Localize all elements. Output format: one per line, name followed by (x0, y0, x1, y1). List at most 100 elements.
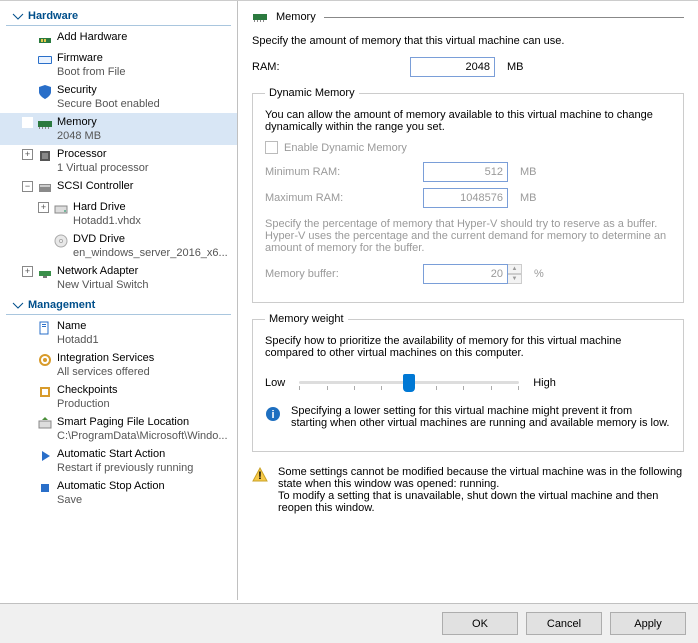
expand-icon[interactable]: + (38, 202, 49, 213)
sublabel: Save (57, 493, 165, 507)
item-autostop[interactable]: Automatic Stop ActionSave (0, 477, 237, 509)
dialog-footer: OK Cancel Apply (0, 603, 698, 643)
collapse-icon (12, 299, 24, 311)
memory-icon (37, 116, 53, 132)
label: Firmware (57, 51, 125, 65)
slider-thumb-icon[interactable] (403, 374, 415, 392)
ram-unit: MB (507, 61, 524, 73)
ok-button[interactable]: OK (442, 612, 518, 635)
cpu-icon (37, 148, 53, 164)
ram-input[interactable] (410, 57, 495, 77)
item-name[interactable]: NameHotadd1 (0, 317, 237, 349)
details-panel: Memory Specify the amount of memory that… (238, 1, 698, 600)
harddrive-icon (53, 201, 69, 217)
enable-dynamic-label: Enable Dynamic Memory (284, 142, 407, 154)
state-warning: ! Some settings cannot be modified becau… (252, 466, 684, 514)
item-network[interactable]: + Network AdapterNew Virtual Switch (0, 262, 237, 294)
item-harddrive[interactable]: + Hard DriveHotadd1.vhdx (0, 198, 237, 230)
expand-icon[interactable]: + (22, 266, 33, 277)
sublabel: en_windows_server_2016_x6... (73, 246, 228, 260)
collapse-icon[interactable]: − (22, 181, 33, 192)
add-hardware-icon (37, 31, 53, 47)
cancel-button[interactable]: Cancel (526, 612, 602, 635)
apply-button[interactable]: Apply (610, 612, 686, 635)
item-smartpaging[interactable]: Smart Paging File LocationC:\ProgramData… (0, 413, 237, 445)
enable-dynamic-checkbox: Enable Dynamic Memory (265, 141, 671, 154)
label: Automatic Stop Action (57, 479, 165, 493)
panel-intro: Specify the amount of memory that this v… (252, 35, 684, 47)
name-icon (37, 320, 53, 336)
spin-down-icon: ▼ (508, 274, 522, 284)
shield-icon (37, 84, 53, 100)
ram-label: RAM: (252, 61, 402, 73)
sublabel: Production (57, 397, 118, 411)
slider-low-label: Low (265, 377, 285, 389)
sublabel: Hotadd1.vhdx (73, 214, 141, 228)
section-management[interactable]: Management (6, 296, 231, 315)
label: Automatic Start Action (57, 447, 193, 461)
dvd-icon (53, 233, 69, 249)
sublabel: C:\ProgramData\Microsoft\Windo... (57, 429, 228, 443)
svg-text:!: ! (258, 470, 262, 482)
item-memory[interactable]: Memory2048 MB (0, 113, 237, 145)
sublabel: Boot from File (57, 65, 125, 79)
dynamic-memory-group: Dynamic Memory You can allow the amount … (252, 87, 684, 303)
label: Smart Paging File Location (57, 415, 228, 429)
item-autostart[interactable]: Automatic Start ActionRestart if previou… (0, 445, 237, 477)
panel-title-row: Memory (252, 9, 684, 25)
item-security[interactable]: SecuritySecure Boot enabled (0, 81, 237, 113)
panel-title: Memory (276, 11, 316, 23)
warning-icon: ! (252, 467, 268, 483)
memory-weight-slider[interactable] (299, 371, 519, 395)
network-icon (37, 265, 53, 281)
buffer-spinner: ▲▼ (423, 264, 522, 284)
ram-row: RAM: MB (252, 57, 684, 77)
item-dvddrive[interactable]: DVD Driveen_windows_server_2016_x6... (0, 230, 237, 262)
paging-icon (37, 416, 53, 432)
max-ram-input (423, 188, 508, 208)
buffer-desc: Specify the percentage of memory that Hy… (265, 218, 671, 254)
memory-weight-desc: Specify how to prioritize the availabili… (265, 335, 671, 359)
svg-text:i: i (271, 409, 274, 421)
dynamic-memory-legend: Dynamic Memory (265, 87, 359, 99)
info-icon: i (265, 406, 281, 422)
settings-tree[interactable]: Hardware Add Hardware FirmwareBoot from … (0, 1, 238, 600)
stop-icon (37, 480, 53, 496)
min-ram-input (423, 162, 508, 182)
section-hardware[interactable]: Hardware (6, 7, 231, 26)
expand-icon[interactable]: + (22, 149, 33, 160)
item-integration[interactable]: Integration ServicesAll services offered (0, 349, 237, 381)
label: Security (57, 83, 160, 97)
label: Processor (57, 147, 149, 161)
buffer-input (423, 264, 508, 284)
item-scsi[interactable]: − SCSI Controller (0, 177, 237, 198)
label: Checkpoints (57, 383, 118, 397)
sublabel: 1 Virtual processor (57, 161, 149, 175)
label: Integration Services (57, 351, 154, 365)
memory-weight-group: Memory weight Specify how to prioritize … (252, 313, 684, 452)
section-hardware-label: Hardware (28, 10, 78, 22)
weight-info: i Specifying a lower setting for this vi… (265, 405, 671, 429)
services-icon (37, 352, 53, 368)
memory-weight-legend: Memory weight (265, 313, 348, 325)
label: Name (57, 319, 99, 333)
label: SCSI Controller (57, 179, 133, 193)
buffer-unit: % (534, 268, 544, 280)
item-firmware[interactable]: FirmwareBoot from File (0, 49, 237, 81)
sublabel: All services offered (57, 365, 154, 379)
start-icon (37, 448, 53, 464)
label: DVD Drive (73, 232, 228, 246)
item-add-hardware[interactable]: Add Hardware (0, 28, 237, 49)
item-checkpoints[interactable]: CheckpointsProduction (0, 381, 237, 413)
state-warning-text: Some settings cannot be modified because… (278, 466, 684, 514)
weight-info-text: Specifying a lower setting for this virt… (291, 405, 671, 429)
item-processor[interactable]: + Processor1 Virtual processor (0, 145, 237, 177)
min-ram-label: Minimum RAM: (265, 166, 415, 178)
min-ram-unit: MB (520, 166, 537, 178)
dynamic-memory-desc: You can allow the amount of memory avail… (265, 109, 671, 133)
checkpoint-icon (37, 384, 53, 400)
sublabel: New Virtual Switch (57, 278, 149, 292)
label: Memory (57, 115, 101, 129)
buffer-label: Memory buffer: (265, 268, 415, 280)
label: Add Hardware (57, 30, 127, 44)
